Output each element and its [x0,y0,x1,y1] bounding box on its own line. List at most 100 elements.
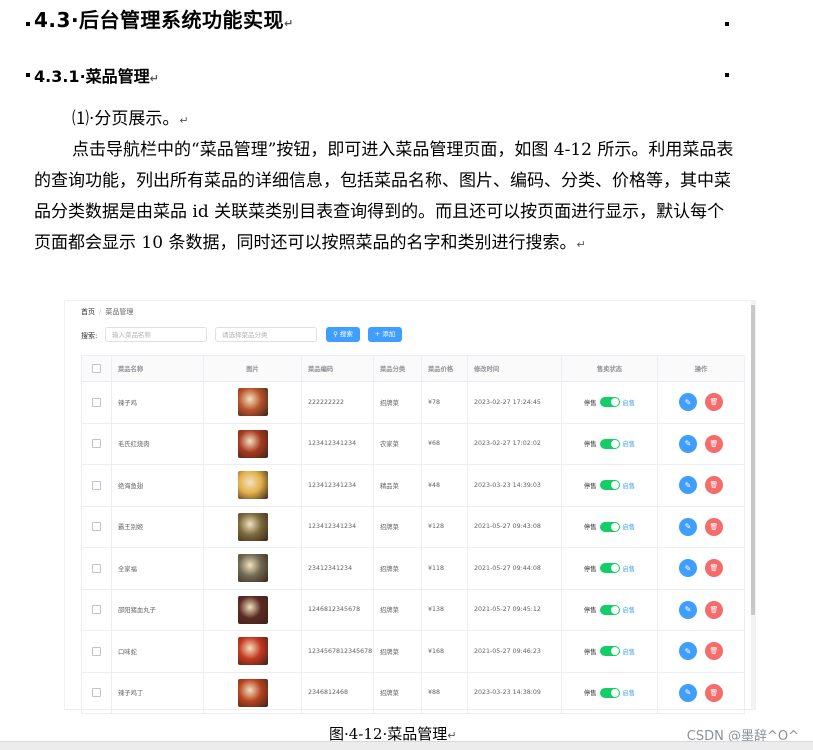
margin-mark [26,73,30,77]
status-on-label: 启售 [622,690,636,698]
edit-icon: ✎ [684,522,692,532]
status-on-label: 启售 [622,524,636,532]
add-button-label: 添加 [382,330,396,338]
delete-button[interactable]: 🗑 [705,434,723,453]
checkbox-cell [82,548,112,589]
delete-button[interactable]: 🗑 [705,393,723,412]
delete-button[interactable]: 🗑 [705,600,723,619]
status-toggle[interactable] [599,438,620,449]
margin-mark [725,73,729,77]
column-header: 操作 [694,366,708,373]
time-cell: 2021-05-27 09:43:08 [468,506,562,547]
table-row: 辣子鸡丁 2346812468 招牌菜 ¥88 2023-03-23 14:38… [82,672,744,713]
status-cell: 停售 启售 [562,589,658,630]
edit-button[interactable]: ✎ [679,642,697,661]
column-header[interactable]: 修改时间 [468,356,562,381]
scrollbar-thumb[interactable] [751,305,755,615]
delete-button[interactable]: 🗑 [705,476,723,495]
price-cell: ¥48 [422,465,468,506]
trash-icon: 🗑 [709,439,719,448]
status-cell: 停售 启售 [562,506,658,547]
breadcrumb: 首页 / 菜品管理 [81,307,133,317]
delete-button[interactable]: 🗑 [705,642,723,661]
status-toggle[interactable] [599,646,620,657]
edit-button[interactable]: ✎ [679,476,697,495]
category-select[interactable]: 请选择菜品分类 [215,327,317,342]
status-on-label: 启售 [622,565,636,573]
add-button[interactable]: + 添加 [368,327,402,342]
status-toggle[interactable] [599,397,620,408]
paragraph-mark: ↵ [576,238,586,251]
row-checkbox[interactable] [92,605,101,615]
time-cell: 2023-03-23 14:38:09 [468,672,562,713]
scrollbar[interactable] [751,301,755,709]
paragraph-mark: ↵ [179,114,189,127]
category-cell: 精品菜 [374,465,422,506]
time-cell: 2023-02-27 17:24:45 [468,382,562,423]
status-toggle[interactable] [599,687,620,698]
time-cell: 2021-05-27 09:46:23 [468,631,562,672]
search-label: 搜索: [81,332,98,340]
column-header[interactable]: 菜品名称 [112,356,204,381]
image-cell [204,382,302,423]
code-cell: 123412341234 [302,506,374,547]
time-cell: 2021-05-27 09:44:08 [468,548,562,589]
status-on-label: 启售 [622,482,636,490]
search-button[interactable]: ⚲ 搜索 [326,327,360,342]
image-cell [204,423,302,464]
edit-button[interactable]: ✎ [679,517,697,536]
status-toggle[interactable] [599,563,620,574]
column-header[interactable]: 菜品分类 [374,356,422,381]
row-checkbox[interactable] [92,439,101,449]
status-toggle[interactable] [599,480,620,491]
plus-icon: + [374,330,381,338]
dish-photo [237,595,268,624]
category-cell: 招牌菜 [374,506,422,547]
edit-button[interactable]: ✎ [679,600,697,619]
checkbox-cell [82,672,112,713]
trash-icon: 🗑 [709,522,719,531]
table-body: 辣子鸡 222222222 招牌菜 ¥78 2023-02-27 17:24:4… [82,382,744,713]
edit-button[interactable]: ✎ [679,559,697,578]
paragraph-text: 点击导航栏中的“菜品管理”按钮，即可进入菜品管理页面，如图 4-12 所示。利用… [34,140,734,253]
select-all-checkbox[interactable] [92,364,101,373]
status-on-label: 启售 [622,399,636,407]
table-row: 绝海鱼翅 123412341234 精品菜 ¥48 2023-03-23 14:… [82,465,744,507]
subsection-title: 菜品管理 [85,67,150,86]
delete-button[interactable]: 🗑 [705,683,723,702]
delete-button[interactable]: 🗑 [705,559,723,578]
row-checkbox[interactable] [92,646,101,656]
column-header[interactable]: 菜品价格 [422,356,468,381]
status-off-label: 停售 [583,690,597,698]
status-off-label: 停售 [583,565,597,573]
column-header[interactable]: 菜品编码 [302,356,374,381]
section-title: 后台管理系统功能实现 [79,8,285,32]
delete-button[interactable]: 🗑 [705,517,723,536]
dish-name-input[interactable]: 输入菜品名称 [105,327,207,342]
row-checkbox[interactable] [92,522,101,532]
trash-icon: 🗑 [709,688,719,697]
actions-cell: ✎ 🗑 [658,507,744,548]
row-checkbox[interactable] [92,480,101,490]
checkbox-cell [82,589,112,630]
checkbox-cell [82,506,112,547]
edit-button[interactable]: ✎ [679,434,697,453]
dish-name-cell: 绝海鱼翅 [112,465,204,506]
status-toggle[interactable] [599,604,620,615]
row-checkbox[interactable] [92,563,101,573]
actions-cell: ✎ 🗑 [658,631,744,672]
image-cell [204,506,302,547]
category-placeholder: 请选择菜品分类 [222,331,268,339]
code-cell: 123412341234 [302,423,374,464]
price-cell: ¥68 [422,423,468,464]
edit-button[interactable]: ✎ [679,393,697,412]
edit-button[interactable]: ✎ [679,683,697,702]
status-toggle[interactable] [599,521,620,532]
table-row: 口味蛇 1234567812345678 招牌菜 ¥168 2021-05-27… [82,631,744,673]
row-checkbox[interactable] [92,397,101,407]
edit-icon: ✎ [684,605,692,615]
row-checkbox[interactable] [92,688,101,698]
breadcrumb-separator: / [99,308,102,316]
breadcrumb-home[interactable]: 首页 [81,308,95,316]
status-on-label: 启售 [622,441,636,449]
